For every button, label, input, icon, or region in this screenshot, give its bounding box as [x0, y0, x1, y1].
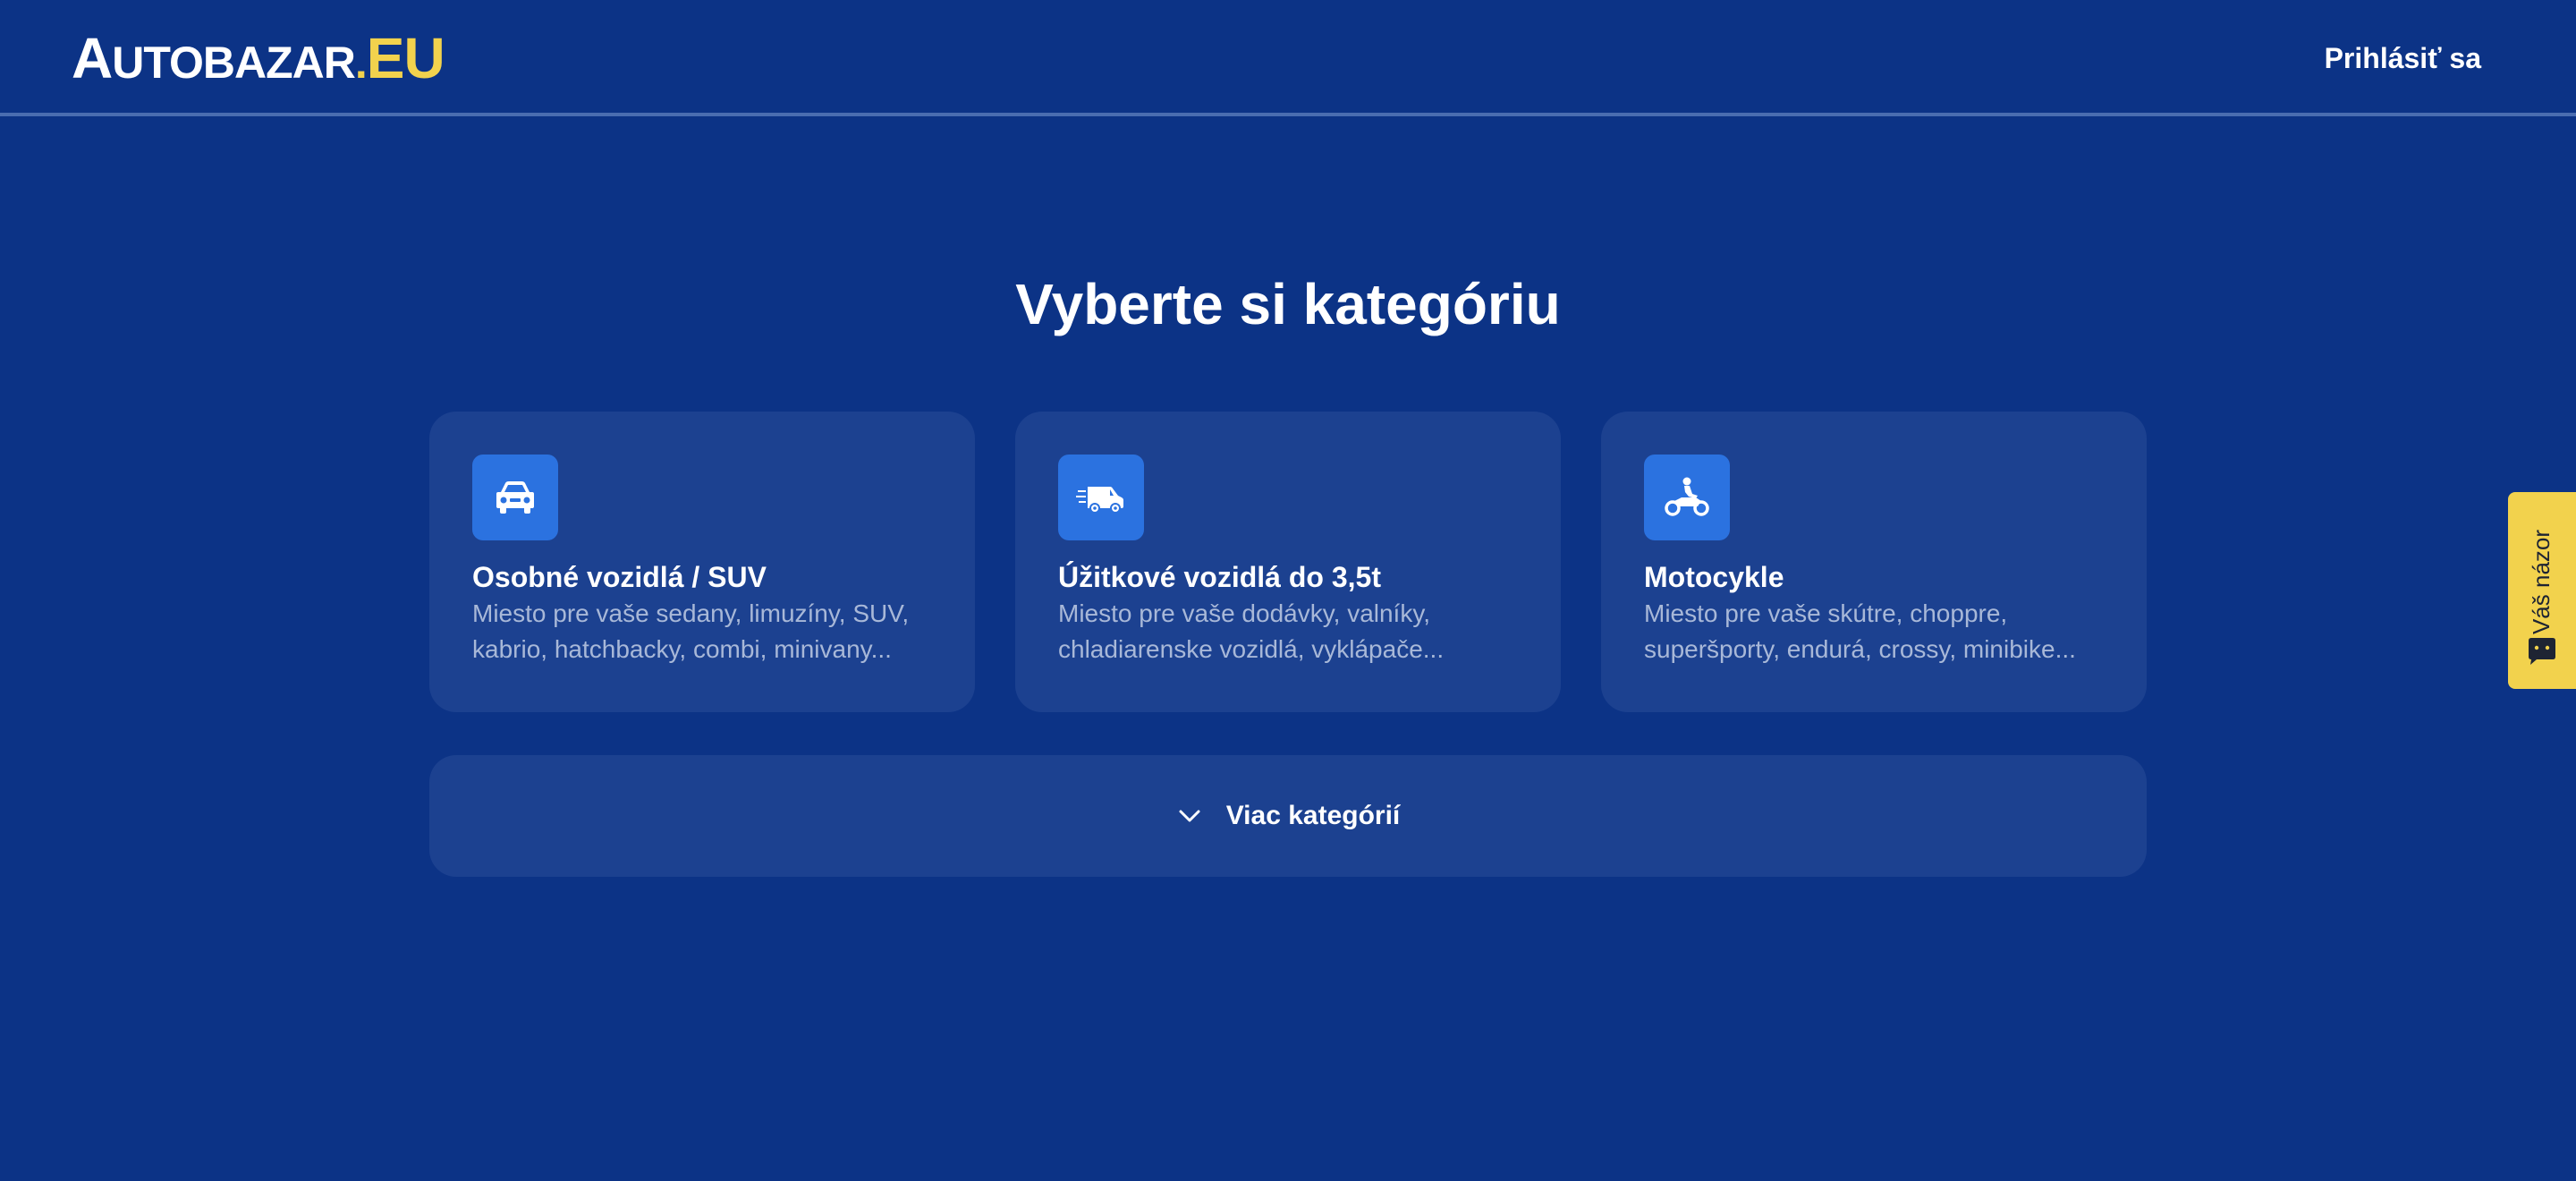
- category-card-vans[interactable]: Úžitkové vozidlá do 3,5t Miesto pre vaše…: [1015, 412, 1561, 712]
- feedback-tab[interactable]: Váš názor: [2508, 492, 2576, 689]
- autobazar-logo[interactable]: A UTOBAZAR. EU: [72, 25, 445, 90]
- chevron-down-icon: [1179, 810, 1200, 822]
- car-icon: [472, 455, 558, 540]
- chat-icon: [2529, 638, 2555, 665]
- category-description: Miesto pre vaše sedany, limuzíny, SUV, k…: [472, 599, 910, 663]
- more-categories-label: Viac kategórií: [1225, 801, 1401, 830]
- motorcycle-icon: [1644, 455, 1730, 540]
- page-title: Vyberte si kategóriu: [1015, 272, 1561, 336]
- category-description: Miesto pre vaše dodávky, valníky, chladi…: [1058, 599, 1445, 663]
- logo-name: UTOBAZAR: [112, 38, 356, 88]
- category-card-cars[interactable]: Osobné vozidlá / SUV Miesto pre vaše sed…: [429, 412, 975, 712]
- logo-initial: A: [72, 26, 113, 90]
- category-title: Úžitkové vozidlá do 3,5t: [1058, 561, 1381, 593]
- category-card-motorcycles[interactable]: Motocykle Miesto pre vaše skútre, choppr…: [1601, 412, 2147, 712]
- login-link[interactable]: Prihlásiť sa: [2325, 38, 2481, 78]
- site-header: A UTOBAZAR. EU Prihlásiť sa: [0, 0, 2576, 116]
- logo-dot: .: [354, 38, 368, 88]
- category-title: Osobné vozidlá / SUV: [472, 561, 767, 593]
- more-categories-button[interactable]: Viac kategórií: [429, 755, 2147, 877]
- van-icon: [1058, 455, 1144, 540]
- category-description: Miesto pre vaše skútre, choppre, superšp…: [1644, 599, 2076, 663]
- logo-tld: EU: [366, 26, 445, 90]
- category-title: Motocykle: [1644, 561, 1784, 593]
- feedback-label: Váš názor: [2528, 529, 2555, 634]
